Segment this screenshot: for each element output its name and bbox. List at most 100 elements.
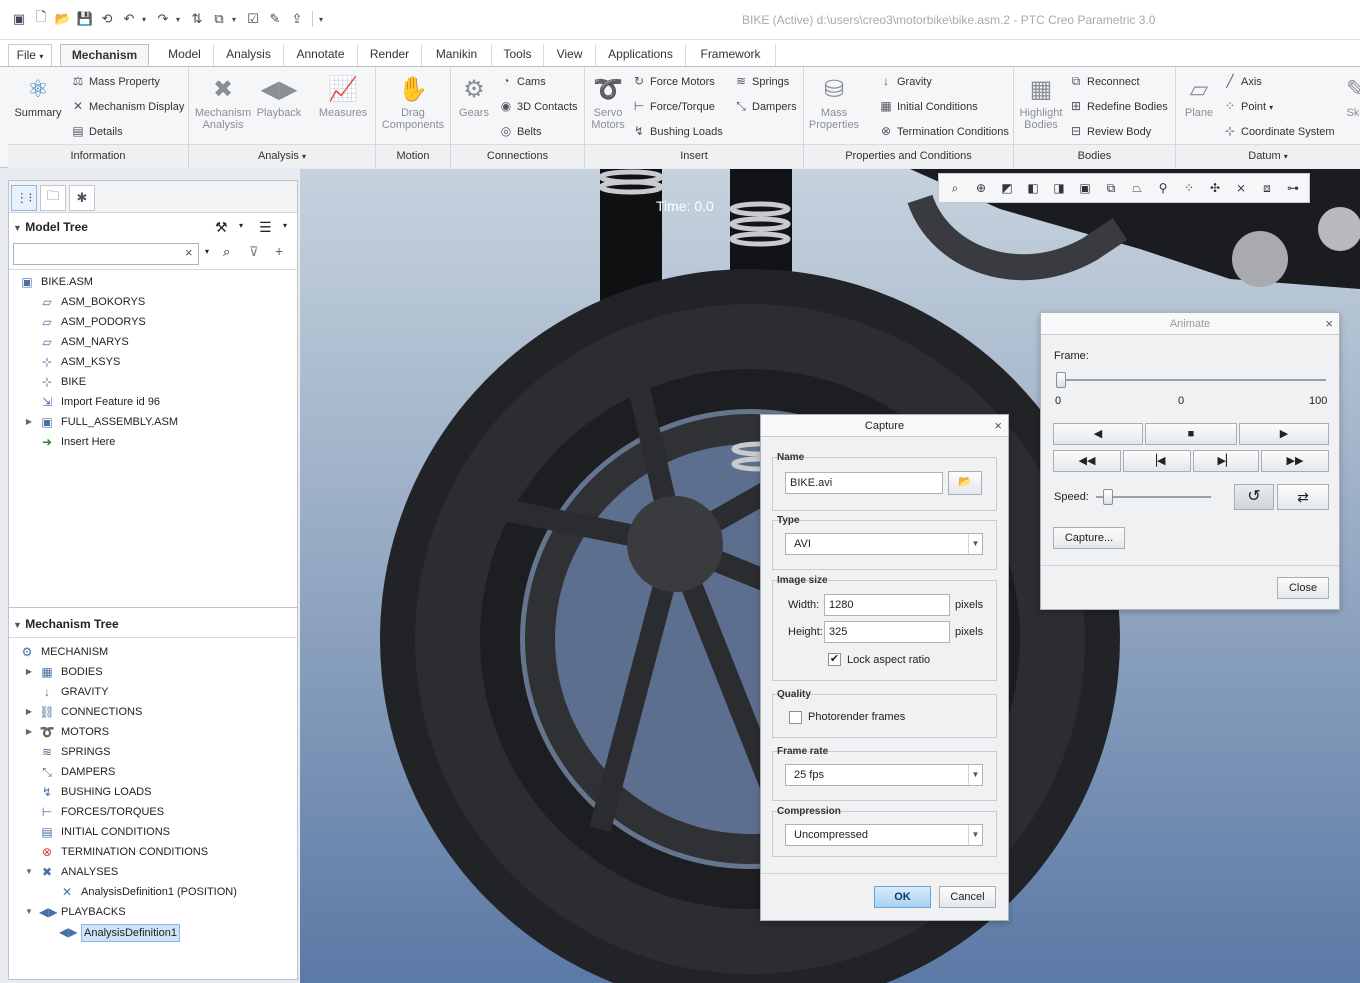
play-forward-button[interactable]: ▶	[1239, 423, 1329, 445]
tree-row[interactable]: ▼ ✖ ANALYSES	[9, 862, 297, 882]
tree-row[interactable]: ⊹ BIKE	[9, 372, 297, 392]
tree-row[interactable]: ▣ BIKE.ASM	[9, 272, 297, 292]
tree-row[interactable]: ⇲ Import Feature id 96	[9, 392, 297, 412]
frame-slider-thumb[interactable]	[1056, 372, 1066, 388]
fast-forward-button[interactable]: ▶▶	[1261, 450, 1329, 472]
csys-display-icon[interactable]: ⨯	[1231, 178, 1251, 198]
expand-icon[interactable]: ▶	[24, 702, 34, 722]
export-icon[interactable]: ⇪	[288, 10, 306, 28]
perspective-icon[interactable]: ⏢	[1127, 178, 1147, 198]
tree-row[interactable]: ▶ ▣ FULL_ASSEMBLY.ASM	[9, 412, 297, 432]
3d-contacts-button[interactable]: ◉ 3D Contacts	[498, 97, 578, 115]
tree-row[interactable]: ⚙ MECHANISM	[9, 642, 297, 662]
cancel-button[interactable]: Cancel	[939, 886, 996, 908]
servo-motors-button[interactable]: ➰ Servo Motors	[589, 73, 627, 132]
annotation-display-icon[interactable]: ⧈	[1257, 178, 1277, 198]
tab-framework[interactable]: Framework	[686, 44, 776, 66]
frame-slider[interactable]	[1056, 372, 1326, 388]
tab-analysis[interactable]: Analysis	[214, 44, 284, 66]
verify-icon[interactable]: ☑	[244, 10, 262, 28]
tab-annotate[interactable]: Annotate	[284, 44, 358, 66]
customize-toolbar-icon[interactable]: ▾	[319, 15, 327, 24]
filter-icon[interactable]: ⊽	[249, 244, 259, 260]
playback-button[interactable]: ◀▶ Playback	[255, 73, 303, 120]
reconnect-button[interactable]: ⧉ Reconnect	[1068, 72, 1140, 90]
expand-icon[interactable]: ▶	[24, 412, 34, 432]
tree-row[interactable]: ⊹ ASM_KSYS	[9, 352, 297, 372]
axis-display-icon[interactable]: ⁘	[1179, 178, 1199, 198]
zoom-out-icon[interactable]: ◩	[997, 178, 1017, 198]
windows-dropdown-icon[interactable]: ▾	[232, 15, 240, 24]
windows-icon[interactable]: ⧉	[210, 10, 228, 28]
termination-conditions-button[interactable]: ⊗ Termination Conditions	[878, 122, 1009, 140]
tab-tools[interactable]: Tools	[492, 44, 544, 66]
regenerate-model-icon[interactable]: ⇅	[188, 10, 206, 28]
redo-icon[interactable]: ↷	[154, 10, 172, 28]
browse-button[interactable]: 📂	[948, 471, 982, 495]
mass-property-button[interactable]: ⚖ Mass Property	[70, 72, 160, 90]
belts-button[interactable]: ◎ Belts	[498, 122, 542, 140]
chevron-down-icon[interactable]: ▾	[283, 221, 287, 230]
tab-view[interactable]: View	[544, 44, 596, 66]
clear-search-icon[interactable]: ×	[185, 245, 193, 260]
animate-close-button[interactable]: Close	[1277, 577, 1329, 599]
tree-row[interactable]: ↯ BUSHING LOADS	[9, 782, 297, 802]
group-datum-label[interactable]: Datum ▾	[1176, 144, 1360, 168]
mechanism-tree-header[interactable]: ▼ Mechanism Tree	[13, 613, 119, 635]
tree-row[interactable]: ▱ ASM_BOKORYS	[9, 292, 297, 312]
highlight-bodies-button[interactable]: ▦ Highlight Bodies	[1016, 73, 1066, 132]
type-select[interactable]: AVI ▼	[785, 533, 983, 555]
sketch-button[interactable]: ✎ Ske	[1336, 73, 1360, 120]
app-menu-icon[interactable]: ▣	[10, 10, 28, 28]
tree-search-input[interactable]	[13, 243, 199, 265]
step-back-button[interactable]: ▕◀	[1123, 450, 1191, 472]
add-column-icon[interactable]: +	[275, 243, 283, 259]
lock-aspect-checkbox[interactable]: ✔	[828, 653, 841, 666]
display-style-icon[interactable]: ◨	[1049, 178, 1069, 198]
redefine-bodies-button[interactable]: ⊞ Redefine Bodies	[1068, 97, 1168, 115]
view-manager-icon[interactable]: ⧉	[1101, 178, 1121, 198]
stop-button[interactable]: ■	[1145, 423, 1237, 445]
mechanism-analysis-button[interactable]: ✖ Mechanism Analysis	[193, 73, 253, 132]
springs-button[interactable]: ≋ Springs	[733, 72, 789, 90]
tab-file[interactable]: File ▾	[8, 44, 52, 66]
favorites-tab-icon[interactable]: ✱	[69, 185, 95, 211]
tree-row[interactable]: ▱ ASM_NARYS	[9, 332, 297, 352]
undo-dropdown-icon[interactable]: ▾	[142, 15, 150, 24]
tree-row[interactable]: ⊗ TERMINATION CONDITIONS	[9, 842, 297, 862]
tree-row[interactable]: ↓ GRAVITY	[9, 682, 297, 702]
group-analysis-label[interactable]: Analysis ▾	[189, 144, 375, 168]
axis-button[interactable]: ╱ Axis	[1222, 72, 1261, 90]
tree-row[interactable]: ▱ ASM_PODORYS	[9, 312, 297, 332]
redo-dropdown-icon[interactable]: ▾	[176, 15, 184, 24]
drag-components-button[interactable]: ✋ Drag Components	[380, 73, 446, 132]
speed-slider[interactable]	[1096, 489, 1211, 505]
regenerate-icon[interactable]: ⟲	[98, 10, 116, 28]
close-icon[interactable]: ×	[994, 415, 1002, 437]
new-file-icon[interactable]: 🗋	[32, 9, 50, 28]
compression-select[interactable]: Uncompressed ▼	[785, 824, 983, 846]
speed-slider-thumb[interactable]	[1103, 489, 1114, 505]
chevron-down-icon[interactable]: ▾	[205, 247, 209, 256]
bushing-loads-button[interactable]: ↯ Bushing Loads	[631, 122, 723, 140]
repeat-button[interactable]: ↺	[1234, 484, 1274, 510]
tree-row[interactable]: ▤ INITIAL CONDITIONS	[9, 822, 297, 842]
expand-icon[interactable]: ▶	[24, 722, 34, 742]
tree-row[interactable]: ▶ ⛓ CONNECTIONS	[9, 702, 297, 722]
tab-manikin[interactable]: Manikin	[422, 44, 492, 66]
open-folder-icon[interactable]: 📂	[54, 10, 72, 28]
tree-row[interactable]: ⊢ FORCES/TORQUES	[9, 802, 297, 822]
tree-row[interactable]: ✕ AnalysisDefinition1 (POSITION)	[9, 882, 297, 902]
tab-model[interactable]: Model	[156, 44, 214, 66]
tree-row[interactable]: ▶ ▦ BODIES	[9, 662, 297, 682]
height-input[interactable]: 325	[824, 621, 950, 643]
cams-button[interactable]: ◔ Cams	[498, 72, 545, 90]
mass-properties-button[interactable]: ⛁ Mass Properties	[808, 73, 860, 132]
width-input[interactable]: 1280	[824, 594, 950, 616]
refit-icon[interactable]: ⌕	[945, 178, 965, 198]
tree-row[interactable]: ➜ Insert Here	[9, 432, 297, 452]
details-button[interactable]: ▤ Details	[70, 122, 122, 140]
tree-row[interactable]: ≋ SPRINGS	[9, 742, 297, 762]
folder-browser-tab-icon[interactable]: 🗀	[40, 185, 66, 211]
close-icon[interactable]: ×	[1325, 313, 1333, 335]
